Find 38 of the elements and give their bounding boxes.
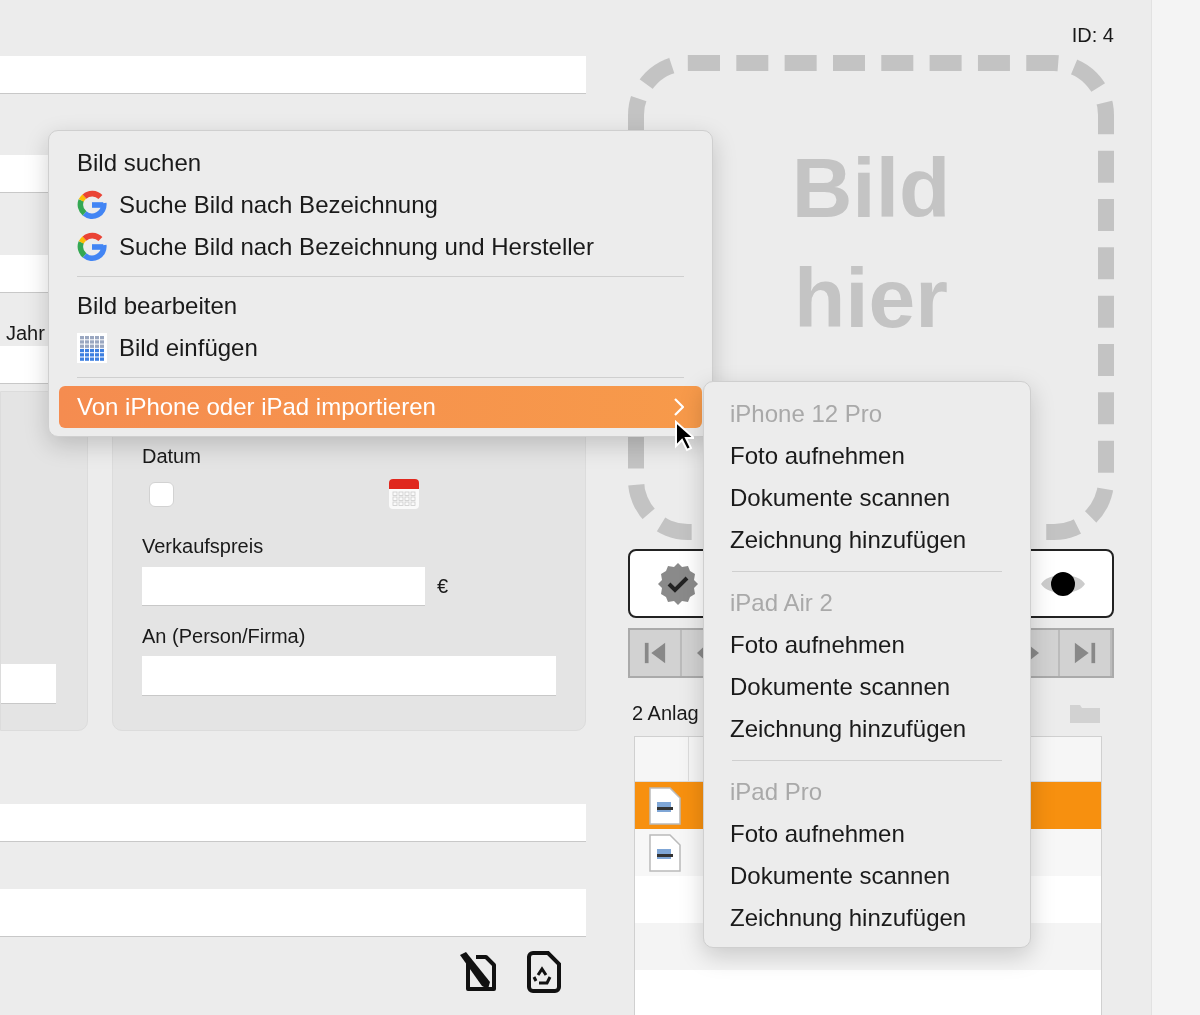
- image-grid-icon: [77, 333, 107, 363]
- recycle-document-icon[interactable]: [526, 951, 562, 993]
- input-field[interactable]: [0, 56, 586, 94]
- menu-item[interactable]: Foto aufnehmen: [704, 435, 1030, 477]
- input-field[interactable]: [0, 804, 586, 842]
- menu-item[interactable]: Foto aufnehmen: [704, 813, 1030, 855]
- device-heading: iPhone 12 Pro: [729, 399, 884, 429]
- calendar-icon[interactable]: [388, 478, 420, 510]
- menu-item[interactable]: Dokumente scannen: [704, 855, 1030, 897]
- skip-last-icon: [1073, 641, 1097, 665]
- field-label: An (Person/Firma): [142, 624, 306, 648]
- input-field[interactable]: [142, 656, 556, 696]
- document-icon: [648, 832, 682, 873]
- field-label: Verkaufspreis: [142, 534, 264, 558]
- cursor-icon: [674, 420, 694, 452]
- chevron-right-icon: [674, 398, 684, 416]
- menu-item[interactable]: Zeichnung hinzufügen: [704, 897, 1030, 939]
- device-heading: iPad Pro: [729, 777, 824, 807]
- menu-item[interactable]: Foto aufnehmen: [704, 624, 1030, 666]
- input-field[interactable]: [142, 567, 425, 606]
- g-logo-icon: [77, 232, 107, 262]
- check-badge-icon[interactable]: [656, 561, 700, 606]
- checkbox[interactable]: [149, 481, 174, 507]
- record-id: ID: 4: [1071, 24, 1114, 46]
- g-logo-icon: [77, 190, 107, 220]
- input-field[interactable]: [0, 889, 586, 937]
- input-field[interactable]: [1, 664, 56, 704]
- field-label: Jahr: [6, 322, 46, 344]
- document-icon: [648, 785, 682, 826]
- menu-item[interactable]: Dokumente scannen: [704, 666, 1030, 708]
- field-label: Datum: [142, 444, 201, 468]
- device-heading: iPad Air 2: [729, 588, 834, 618]
- menu-item[interactable]: Zeichnung hinzufügen: [704, 708, 1030, 750]
- currency-label: €: [437, 575, 449, 598]
- menu-item[interactable]: Dokumente scannen: [704, 477, 1030, 519]
- attachment-count: 2 Anlag: [632, 701, 699, 725]
- skip-first-icon: [643, 641, 667, 665]
- folder-icon[interactable]: [1070, 703, 1100, 723]
